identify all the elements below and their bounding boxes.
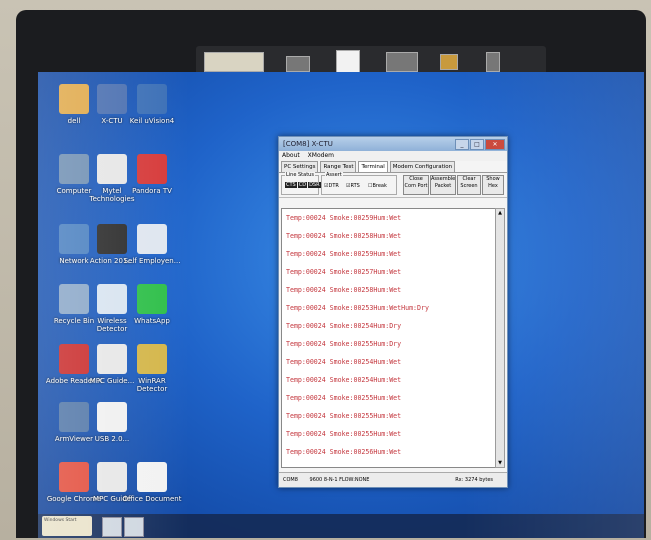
desktop-app-icon [137,344,167,374]
status-port: COM8 [283,477,298,483]
led-cd: CD [297,182,308,188]
assert-label: Assert [325,172,343,178]
status-settings: 9600 8-N-1 FLOW:NONE [309,477,370,483]
desktop-icon-label: USB 2.0... [94,435,130,443]
desktop-icon[interactable]: Office Document [122,462,182,503]
status-rx: Rx: 3274 bytes [455,477,493,483]
clear-screen-button[interactable]: Clear Screen [457,175,481,195]
tab-pc-settings[interactable]: PC Settings [281,161,319,172]
desktop-icon-label: WhatsApp [134,317,170,325]
tab-range-test[interactable]: Range Test [320,161,357,172]
assert-group: Assert ☑DTR ☑RTS ☐Break [321,172,397,195]
assemble-packet-button[interactable]: Assemble Packet [430,175,456,195]
terminal-line: Temp:00024 Smoke:00255Hum:Dry [286,340,402,348]
desktop-icon[interactable]: USB 2.0... [82,402,142,443]
mic-module [486,52,500,72]
terminal-line: Temp:00024 Smoke:00254Hum:Wet [286,358,402,366]
close-com-port-button[interactable]: Close Com Port [403,175,429,195]
desktop-icon[interactable]: WhatsApp [122,284,182,325]
terminal-line: Temp:00024 Smoke:00259Hum:Wet [286,214,402,222]
desktop-screen: dell X-CTU Keil uVision4 Computer Mytel Tech… [38,72,644,538]
terminal-line: Temp:00024 Smoke:00255Hum:Wet [286,394,402,402]
desktop-icon-label: Pandora TV [132,187,172,195]
scroll-down-icon[interactable]: ▼ [496,459,504,467]
menu-about[interactable]: About [282,152,300,159]
webcam-module [386,52,418,72]
desktop-app-icon [97,402,127,432]
terminal-line: Temp:00024 Smoke:00253Hum:WetHum:Dry [286,304,429,312]
line-status-label: Line Status [285,172,315,178]
desktop-icon[interactable]: Pandora TV [122,154,182,195]
hardware-module [286,56,310,72]
desktop-icon-label: Office Document [122,495,182,503]
terminal-line: Temp:00024 Smoke:00258Hum:Wet [286,286,402,294]
maximize-button[interactable]: □ [470,139,484,150]
start-button[interactable]: Windows Start [42,516,92,536]
taskbar: Windows Start [38,514,644,538]
desktop-app-icon [137,154,167,184]
close-button[interactable]: ✕ [485,139,505,150]
window-title: [COM8] X-CTU [283,140,333,148]
show-hex-button[interactable]: Show Hex [482,175,504,195]
status-bar: COM8 9600 8-N-1 FLOW:NONE Rx: 3274 bytes [279,472,507,487]
taskbar-app-icon[interactable] [102,517,122,537]
terminal-line: Temp:00024 Smoke:00258Hum:Wet [286,232,402,240]
led-cts: CTS [285,182,297,188]
terminal-line: Temp:00024 Smoke:00255Hum:Wet [286,412,402,420]
rts-checkbox[interactable]: ☑RTS [346,183,360,189]
terminal-line: Temp:00024 Smoke:00254Hum:Wet [286,376,402,384]
minimize-button[interactable]: _ [455,139,469,150]
desktop-icon[interactable]: WinRAR Detector [122,344,182,393]
tab-terminal[interactable]: Terminal [358,161,388,172]
scroll-up-icon[interactable]: ▲ [496,209,504,217]
connector [440,54,458,70]
desktop-app-icon [137,462,167,492]
terminal-scrollbar[interactable]: ▲ ▼ [495,208,505,468]
line-status-group: Line Status CTS CD DSR [281,172,321,195]
desktop-app-icon [137,224,167,254]
terminal-line: Temp:00024 Smoke:00257Hum:Wet [286,268,402,276]
terminal-line: Temp:00024 Smoke:00254Hum:Dry [286,322,402,330]
desktop-icon[interactable]: Self Employen... [122,224,182,265]
menu-bar: About XModem [279,151,507,161]
window-titlebar[interactable]: [COM8] X-CTU _ □ ✕ [279,137,507,151]
hardware-label [204,52,264,72]
desktop-app-icon [137,284,167,314]
terminal-line: Temp:00024 Smoke:00259Hum:Wet [286,250,402,258]
menu-xmodem[interactable]: XModem [308,152,334,159]
desktop-icon[interactable]: Keil uVision4 [122,84,182,125]
terminal-controls: Line Status CTS CD DSR Assert ☑DTR ☑RTS … [279,172,507,198]
desktop-icon-label: Keil uVision4 [129,117,175,125]
tab-modem-configuration[interactable]: Modem Configuration [389,161,456,172]
terminal-line: Temp:00024 Smoke:00255Hum:Wet [286,430,402,438]
break-checkbox[interactable]: ☐Break [368,183,387,189]
xctu-window[interactable]: [COM8] X-CTU _ □ ✕ About XModem PC Setti… [278,136,508,488]
led-dsr: DSR [308,182,321,188]
terminal-output[interactable]: Temp:00024 Smoke:00259Hum:Wet Temp:00024 … [281,208,497,468]
qr-code-icon [336,50,360,74]
desktop-app-icon [137,84,167,114]
desktop-icon-label: WinRAR Detector [136,377,168,393]
terminal-line: Temp:00024 Smoke:00256Hum:Wet [286,448,402,456]
dtr-checkbox[interactable]: ☑DTR [324,183,339,189]
taskbar-xctu-icon[interactable] [124,517,144,537]
desktop-icon-label: Self Employen... [123,257,181,265]
